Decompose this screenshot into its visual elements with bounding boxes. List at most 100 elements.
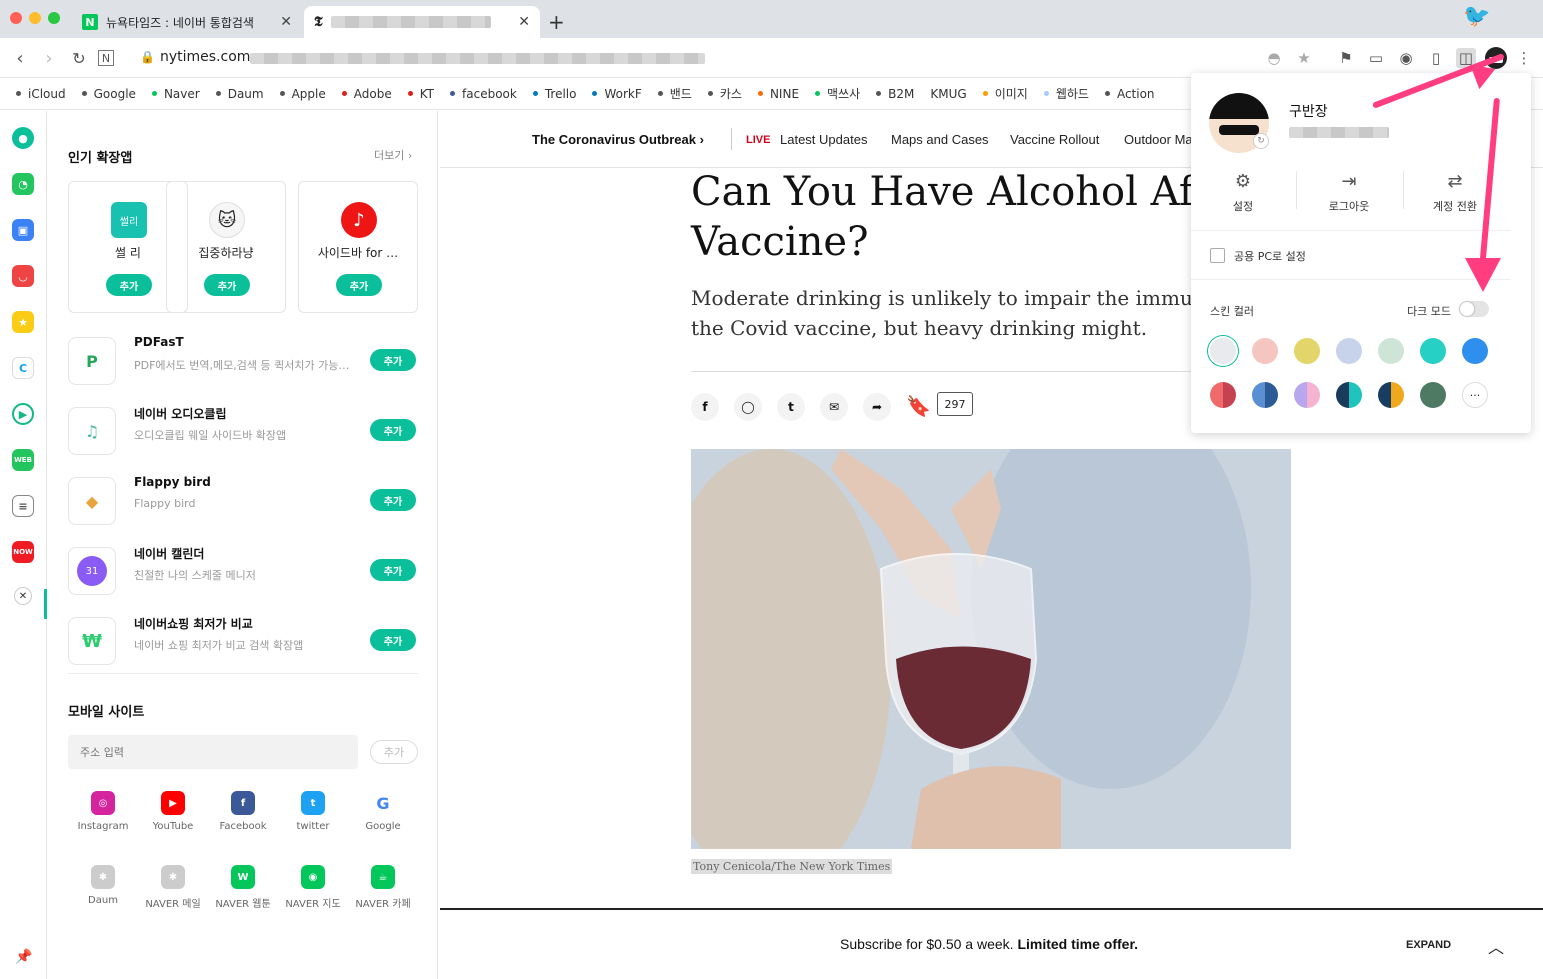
tab-naver-search[interactable]: N 뉴욕타임즈 : 네이버 통합검색 ✕ [72,6,302,38]
chevron-up-icon[interactable]: ︿ [1488,934,1504,958]
webtoon-icon[interactable]: WEB [12,449,34,471]
list-item[interactable]: P PDFasT PDF에서도 번역,메모,검색 등 퀵서치가 가능… 추가 [68,333,418,393]
mobile-site-item[interactable]: ☕ NAVER 카페 [348,865,418,910]
skin-swatch[interactable] [1210,338,1236,364]
now-icon[interactable]: NOW [12,541,34,563]
pocket-app-icon[interactable]: ◡ [12,265,34,287]
nav-coronavirus-outbreak[interactable]: The Coronavirus Outbreak › [532,132,704,147]
mobile-site-item[interactable]: ◎ Instagram [68,791,138,832]
menu-kebab-icon[interactable]: ⋮ [1514,48,1534,68]
add-button[interactable]: 추가 [370,419,416,441]
facebook-share-icon[interactable]: f [691,393,719,421]
settings-button[interactable]: ⚙ 설정 [1203,171,1283,214]
mobile-site-item[interactable]: ▶ YouTube [138,791,208,832]
bookmark-item[interactable]: 카스 [707,85,742,102]
play-icon[interactable]: ▶ [12,403,34,425]
skin-swatch[interactable] [1336,382,1362,408]
skin-swatch[interactable] [1294,382,1320,408]
list-item[interactable]: ♫ 네이버 오디오클립 오디오클립 웨일 사이드바 확장앱 추가 [68,403,418,463]
expand-button[interactable]: EXPAND [1406,939,1451,951]
skin-swatch[interactable] [1420,338,1446,364]
mobile-site-item[interactable]: t twitter [278,791,348,832]
close-tab-icon[interactable]: ✕ [518,14,530,30]
camera-icon[interactable]: ◉ [1396,48,1416,68]
bookmark-item[interactable]: iCloud [16,87,66,101]
more-link[interactable]: 더보기 › [374,147,412,163]
public-pc-checkbox[interactable] [1210,248,1225,263]
add-button[interactable]: 추가 [370,489,416,511]
bookmark-item[interactable]: Adobe [341,87,392,101]
bookmark-item[interactable]: Trello [532,87,576,101]
dark-mode-toggle[interactable] [1459,301,1489,317]
skin-swatch[interactable] [1336,338,1362,364]
bookmark-item[interactable]: Naver [151,87,200,101]
list-item[interactable]: 31 네이버 캘린더 친절한 나의 스케줄 메니저 추가 [68,543,418,603]
address-add-button[interactable]: 추가 [370,740,418,764]
list-item[interactable]: ₩ 네이버쇼핑 최저가 비교 네이버 쇼핑 최저가 비교 검색 확장앱 추가 [68,613,418,673]
bookmark-item[interactable]: Action [1104,87,1155,101]
window-close-button[interactable] [10,12,22,24]
mobile-site-item[interactable]: ◉ NAVER 지도 [278,865,348,910]
add-button[interactable]: 추가 [370,629,416,651]
skin-swatch[interactable] [1252,382,1278,408]
bookmark-item[interactable]: facebook [450,87,517,101]
reload-button[interactable]: ↻ [67,46,91,70]
skin-swatch[interactable] [1210,382,1236,408]
translate-flag-icon[interactable]: ⚑ [1336,48,1356,68]
bookmark-item[interactable]: KMUG [930,87,966,101]
skin-swatch[interactable] [1294,338,1320,364]
mobile-site-item[interactable]: ✱ Daum [68,865,138,906]
mobile-site-item[interactable]: f Facebook [208,791,278,832]
mobile-site-item[interactable]: W NAVER 웹툰 [208,865,278,910]
memo-icon[interactable]: ≡ [12,495,34,517]
bookmark-item[interactable]: B2M [876,87,914,101]
skin-swatch[interactable] [1462,338,1488,364]
add-button[interactable]: 추가 [336,274,382,296]
skin-swatch[interactable] [1378,382,1404,408]
add-button[interactable]: 추가 [370,349,416,371]
extension-card[interactable]: ♪ 사이드바 for … 추가 [298,181,418,313]
window-zoom-button[interactable] [48,12,60,24]
bookmark-item[interactable]: NINE [757,87,799,101]
bookmark-item[interactable]: KT [407,87,434,101]
address-input[interactable] [68,735,358,769]
twitter-share-icon[interactable]: t [777,393,805,421]
papago-icon[interactable]: C [12,357,34,379]
nav-maps-and-cases[interactable]: Maps and Cases [891,132,989,147]
bookmark-item[interactable]: 이미지 [982,85,1028,102]
more-share-icon[interactable]: ➦ [863,393,891,421]
email-share-icon[interactable]: ✉ [820,393,848,421]
skin-swatch[interactable] [1378,338,1404,364]
whatsapp-share-icon[interactable]: ◯ [734,393,762,421]
close-sidebar-icon[interactable]: ✕ [14,587,32,605]
back-button[interactable]: ‹ [8,46,32,70]
pocket-icon[interactable]: ◓ [1264,48,1284,68]
nav-latest-updates[interactable]: Latest Updates [780,132,867,147]
bookmark-icon[interactable]: 🔖 [906,394,931,418]
change-photo-icon[interactable]: ↻ [1253,133,1269,149]
add-button[interactable]: 추가 [204,274,250,296]
pin-icon[interactable]: 📌 [15,949,32,965]
video-icon[interactable]: ▭ [1366,48,1386,68]
bookmark-item[interactable]: 맥쓰사 [815,85,860,102]
bookmark-star-icon[interactable]: ★ [1294,48,1314,68]
switch-account-button[interactable]: ⇄ 계정 전환 [1415,171,1495,214]
skin-swatch[interactable] [1420,382,1446,408]
window-minimize-button[interactable] [29,12,41,24]
favorites-star-icon[interactable]: ★ [12,311,34,333]
nav-outdoor[interactable]: Outdoor Ma [1124,132,1193,147]
bookmark-item[interactable]: WorkF [592,87,642,101]
bookmark-item[interactable]: Apple [279,87,326,101]
notification-icon[interactable]: ◔ [12,173,34,195]
naver-home-icon[interactable]: N [98,50,114,66]
add-button[interactable]: 추가 [370,559,416,581]
add-button[interactable]: 추가 [106,274,152,296]
bookmark-item[interactable]: Google [81,87,136,101]
mobile-site-item[interactable]: ✱ NAVER 메일 [138,865,208,910]
logout-button[interactable]: ⇥ 로그아웃 [1309,171,1389,214]
close-tab-icon[interactable]: ✕ [280,14,292,30]
mobile-window-icon[interactable]: ▯ [1426,48,1446,68]
comments-button[interactable]: 297 [937,392,973,416]
forward-button[interactable]: › [37,46,61,70]
tab-nytimes[interactable]: 𝕿 ✕ [304,6,540,38]
